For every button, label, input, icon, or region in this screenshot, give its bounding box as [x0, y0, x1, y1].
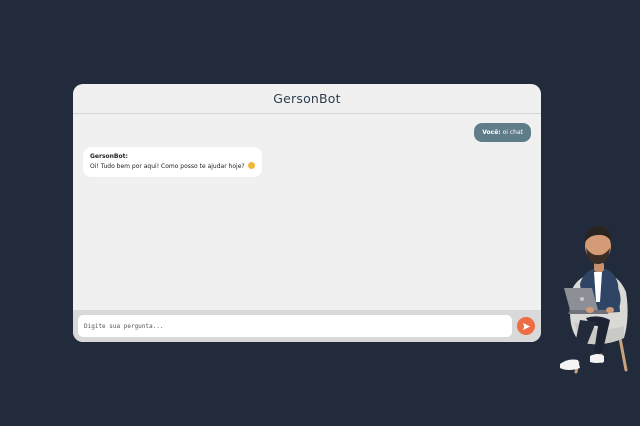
send-icon	[522, 322, 530, 330]
send-button[interactable]	[517, 317, 535, 335]
chat-window: GersonBot Você: oi chat GersonBot: Oi! T…	[73, 84, 541, 342]
man-with-laptop-illustration	[560, 226, 628, 374]
page-title: GersonBot	[273, 91, 341, 106]
bot-message-text: Oi! Tudo bem por aqui! Como posso te aju…	[90, 163, 245, 170]
bot-message-author: GersonBot:	[90, 153, 128, 160]
smiling-face-icon	[247, 162, 255, 169]
bot-message: GersonBot: Oi! Tudo bem por aqui! Como p…	[83, 147, 262, 177]
chat-header: GersonBot	[73, 84, 541, 114]
user-message-text: oi chat	[500, 129, 523, 136]
message-list: Você: oi chat GersonBot: Oi! Tudo bem po…	[73, 114, 541, 310]
question-input[interactable]	[78, 315, 512, 337]
user-message: Você: oi chat	[474, 123, 531, 142]
user-message-author: Você:	[482, 129, 501, 136]
input-bar	[73, 310, 541, 342]
